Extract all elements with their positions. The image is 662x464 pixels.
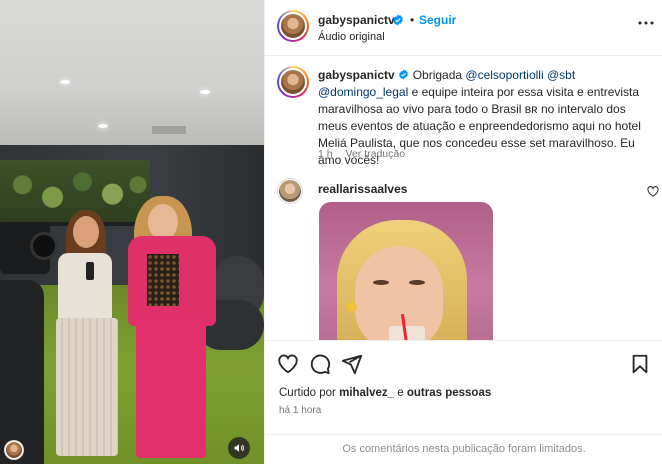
author-avatar[interactable] bbox=[277, 10, 309, 42]
commenter-avatar[interactable] bbox=[277, 178, 303, 204]
author-username[interactable]: gabyspanictv bbox=[318, 13, 395, 27]
ceiling-background bbox=[0, 0, 264, 150]
see-translation-link[interactable]: Ver tradução bbox=[346, 148, 406, 160]
comment-icon[interactable] bbox=[309, 353, 331, 375]
mention-link[interactable]: @domingo_legal bbox=[318, 85, 408, 99]
speaker-icon bbox=[234, 444, 244, 452]
caption-text-part: Obrigada bbox=[412, 68, 466, 82]
audio-label[interactable]: Áudio original bbox=[318, 31, 385, 43]
post-video[interactable] bbox=[0, 0, 264, 464]
liked-user-link[interactable]: mihalvez_ bbox=[339, 387, 394, 399]
separator-dot: • bbox=[410, 13, 415, 27]
caption-time: 1 h bbox=[318, 148, 333, 160]
microphone bbox=[86, 262, 94, 280]
bookmark-icon[interactable] bbox=[629, 353, 651, 375]
ceiling-vent bbox=[152, 126, 186, 134]
post-header: gabyspanictv • Seguir Áudio original bbox=[265, 0, 662, 56]
verified-badge-icon bbox=[393, 14, 403, 26]
commenter-username[interactable]: reallarissaalves bbox=[318, 182, 407, 196]
share-icon[interactable] bbox=[341, 353, 363, 375]
caption-author-avatar[interactable] bbox=[277, 66, 309, 98]
camera-lens bbox=[30, 232, 58, 260]
media-avatar[interactable] bbox=[4, 440, 24, 460]
mention-link[interactable]: @sbt bbox=[547, 68, 575, 82]
more-options-icon[interactable] bbox=[637, 18, 655, 28]
heart-icon[interactable] bbox=[277, 353, 299, 375]
caption-meta: 1 h Ver tradução bbox=[318, 148, 415, 160]
instagram-post-view: gabyspanictv • Seguir Áudio original gab… bbox=[0, 0, 662, 464]
comment-gif[interactable] bbox=[319, 202, 493, 342]
post-time: há 1 hora bbox=[279, 405, 322, 416]
liked-prefix: Curtido por bbox=[279, 387, 340, 399]
comments-limited-notice: Os comentários nesta publicação foram li… bbox=[265, 434, 662, 464]
liked-connector: e bbox=[394, 387, 407, 399]
verified-badge-icon bbox=[398, 69, 408, 80]
camera-operator bbox=[0, 280, 44, 464]
liked-others-link[interactable]: outras pessoas bbox=[407, 387, 491, 399]
mute-button[interactable] bbox=[228, 437, 250, 459]
ceiling-light bbox=[98, 124, 108, 128]
caption-author[interactable]: gabyspanictv bbox=[318, 68, 395, 82]
mention-link[interactable]: @celsoportiolli bbox=[465, 68, 543, 82]
post-actions: Curtido por mihalvez_ e outras pessoas h… bbox=[265, 340, 662, 464]
ceiling-light bbox=[200, 90, 210, 94]
follow-button[interactable]: Seguir bbox=[419, 13, 456, 27]
liked-by-text: Curtido por mihalvez_ e outras pessoas bbox=[279, 387, 491, 399]
post-sidebar: gabyspanictv • Seguir Áudio original gab… bbox=[264, 0, 662, 464]
ceiling-light bbox=[60, 80, 70, 84]
heart-icon[interactable] bbox=[647, 186, 659, 197]
